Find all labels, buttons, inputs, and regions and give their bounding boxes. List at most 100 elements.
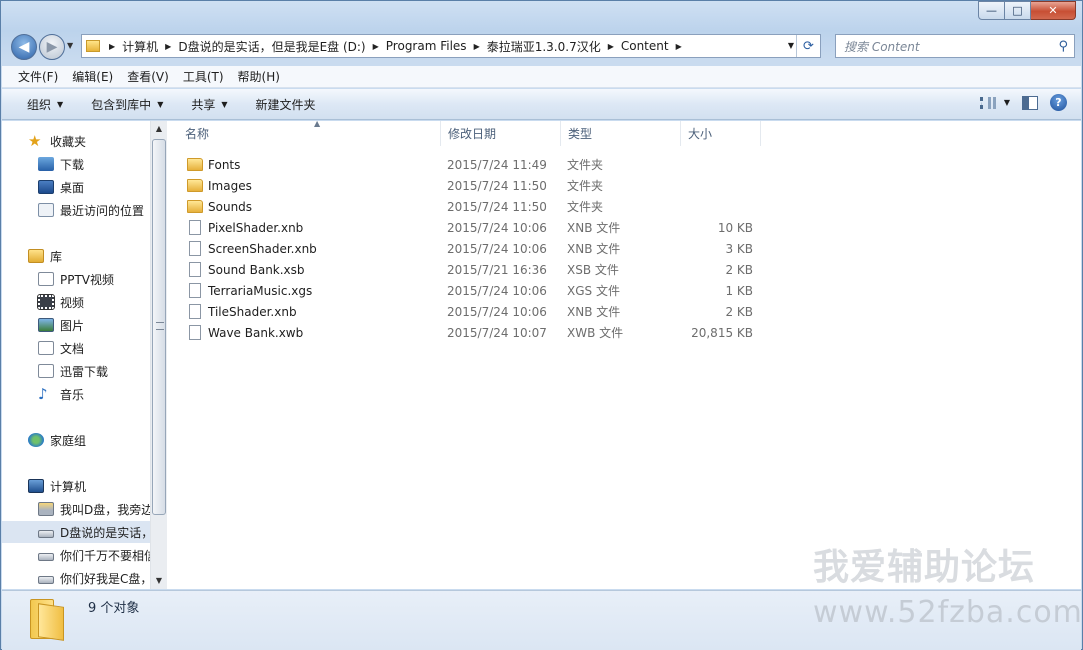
file-size: 1 KB (725, 283, 753, 298)
menu-file[interactable]: 文件(F) (18, 68, 58, 85)
sidebar-drive-d[interactable]: D盘说的是实话， (2, 521, 150, 543)
help-icon[interactable]: ? (1050, 94, 1067, 111)
refresh-icon[interactable]: ⟳ (796, 35, 820, 57)
scroll-down-icon[interactable]: ▼ (151, 573, 167, 589)
breadcrumb-separator-icon[interactable]: ▶ (608, 42, 614, 51)
file-date: 2015/7/24 11:49 (447, 157, 547, 172)
sidebar-pictures[interactable]: 图片 (2, 314, 150, 336)
chevron-down-icon: ▼ (157, 99, 164, 109)
sidebar-homegroup[interactable]: 家庭组 (2, 429, 150, 451)
file-icon (189, 325, 201, 340)
back-button[interactable]: ◀ (11, 34, 37, 60)
breadcrumb-terraria[interactable]: 泰拉瑞亚1.3.0.7汉化 (487, 38, 601, 55)
breadcrumb-content[interactable]: Content (621, 39, 669, 53)
table-row[interactable]: Images 2015/7/24 11:50 文件夹 (178, 175, 768, 196)
minimize-button[interactable]: — (978, 1, 1005, 20)
explorer-window: — □ ✕ ◀ ▶ ▼ ▶ 计算机 ▶ D盘说的是实话，但是我是E盘 (D:) … (0, 0, 1083, 650)
table-row[interactable]: Sound Bank.xsb 2015/7/21 16:36 XSB 文件 2 … (178, 259, 768, 280)
chevron-down-icon: ▼ (221, 99, 228, 109)
sidebar-music[interactable]: ♪ 音乐 (2, 383, 150, 405)
breadcrumb-separator-icon[interactable]: ▶ (165, 42, 171, 51)
folder-icon (30, 599, 66, 641)
include-library-button[interactable]: 包含到库中 ▼ (91, 96, 163, 113)
change-view-icon[interactable] (979, 96, 996, 109)
content-area: ★ 收藏夹 下载 桌面 最近访问的位置 库 PPTV视频 视频 图片 文档 迅雷下… (2, 119, 1081, 589)
sidebar-pptv[interactable]: PPTV视频 (2, 268, 150, 290)
breadcrumb-program-files[interactable]: Program Files (386, 39, 467, 53)
file-type: 文件夹 (567, 200, 604, 214)
address-dropdown-icon[interactable]: ▼ (788, 41, 794, 50)
breadcrumb-computer[interactable]: 计算机 (122, 38, 158, 55)
column-type[interactable]: 类型 (561, 121, 681, 146)
close-button[interactable]: ✕ (1031, 1, 1076, 20)
recent-places-icon (38, 203, 54, 217)
breadcrumb-separator-icon[interactable]: ▶ (676, 42, 682, 51)
breadcrumb-separator-icon[interactable]: ▶ (373, 42, 379, 51)
sidebar-desktop-label: 桌面 (60, 180, 85, 195)
organize-button[interactable]: 组织 ▼ (27, 96, 63, 113)
file-name: Sounds (208, 199, 253, 214)
new-folder-button[interactable]: 新建文件夹 (256, 96, 316, 113)
share-button[interactable]: 共享 ▼ (191, 96, 227, 113)
folder-icon (187, 179, 203, 192)
window-controls: — □ ✕ (978, 1, 1076, 20)
file-icon (189, 304, 201, 319)
file-icon (189, 283, 201, 298)
drive-icon (38, 552, 54, 561)
sidebar-drive-e[interactable]: 你们千万不要相信 (2, 544, 150, 566)
sidebar-videos[interactable]: 视频 (2, 291, 150, 313)
table-row[interactable]: TerrariaMusic.xgs 2015/7/24 10:06 XGS 文件… (178, 280, 768, 301)
file-list: 名称 ▲ 修改日期 类型 大小 Fonts 2015/7/24 11:49 文件夹… (168, 119, 1081, 589)
sidebar-pictures-label: 图片 (60, 318, 85, 333)
search-input[interactable]: 搜索 Content ⚲ (835, 34, 1075, 58)
sidebar-drive-f[interactable]: 你们好我是C盘， (2, 567, 150, 589)
recent-pages-dropdown[interactable]: ▼ (67, 41, 73, 50)
sidebar-computer[interactable]: 计算机 (2, 475, 150, 497)
sidebar-scrollbar[interactable]: ▲ ▼ (150, 121, 167, 589)
table-row[interactable]: Sounds 2015/7/24 11:50 文件夹 (178, 196, 768, 217)
sidebar-downloads[interactable]: 下载 (2, 153, 150, 175)
sidebar-xunlei[interactable]: 迅雷下载 (2, 360, 150, 382)
search-placeholder: 搜索 Content (844, 39, 920, 54)
scrollbar-thumb[interactable] (152, 139, 166, 515)
pptv-library-icon (38, 272, 54, 286)
breadcrumb-separator-icon[interactable]: ▶ (109, 42, 115, 51)
column-size[interactable]: 大小 (681, 121, 761, 146)
sidebar-documents[interactable]: 文档 (2, 337, 150, 359)
sidebar-recent[interactable]: 最近访问的位置 (2, 199, 150, 221)
video-library-icon (37, 294, 55, 310)
sidebar-favorites[interactable]: ★ 收藏夹 (2, 130, 150, 152)
forward-button[interactable]: ▶ (39, 34, 65, 60)
table-row[interactable]: ScreenShader.xnb 2015/7/24 10:06 XNB 文件 … (178, 238, 768, 259)
sidebar-drive-c[interactable]: 我叫D盘，我旁边 (2, 498, 150, 520)
table-row[interactable]: PixelShader.xnb 2015/7/24 10:06 XNB 文件 1… (178, 217, 768, 238)
file-type: XNB 文件 (567, 305, 621, 319)
search-icon[interactable]: ⚲ (1058, 39, 1068, 54)
scroll-up-icon[interactable]: ▲ (151, 121, 167, 137)
file-size: 2 KB (725, 304, 753, 319)
star-icon: ★ (28, 131, 42, 150)
drive-icon (38, 575, 54, 584)
preview-pane-icon[interactable] (1022, 95, 1038, 110)
table-row[interactable]: Fonts 2015/7/24 11:49 文件夹 (178, 154, 768, 175)
menu-edit[interactable]: 编辑(E) (72, 68, 113, 85)
menu-tools[interactable]: 工具(T) (183, 68, 224, 85)
table-row[interactable]: Wave Bank.xwb 2015/7/24 10:07 XWB 文件 20,… (178, 322, 768, 343)
menu-view[interactable]: 查看(V) (127, 68, 169, 85)
address-bar[interactable]: ▶ 计算机 ▶ D盘说的是实话，但是我是E盘 (D:) ▶ Program Fi… (81, 34, 821, 58)
view-dropdown-icon[interactable]: ▼ (1004, 98, 1010, 107)
sidebar-desktop[interactable]: 桌面 (2, 176, 150, 198)
sidebar-favorites-label: 收藏夹 (50, 134, 87, 149)
breadcrumb-separator-icon[interactable]: ▶ (474, 42, 480, 51)
file-size: 20,815 KB (691, 325, 753, 340)
menu-help[interactable]: 帮助(H) (238, 68, 280, 85)
sidebar-homegroup-label: 家庭组 (50, 433, 87, 448)
breadcrumb-drive-d[interactable]: D盘说的是实话，但是我是E盘 (D:) (178, 38, 365, 55)
column-name[interactable]: 名称 ▲ (178, 119, 441, 146)
table-row[interactable]: TileShader.xnb 2015/7/24 10:06 XNB 文件 2 … (178, 301, 768, 322)
downloads-folder-icon (38, 157, 54, 171)
maximize-button[interactable]: □ (1005, 1, 1031, 20)
sidebar-libraries[interactable]: 库 (2, 245, 150, 267)
column-date[interactable]: 修改日期 (441, 121, 561, 146)
file-type: XNB 文件 (567, 242, 621, 256)
